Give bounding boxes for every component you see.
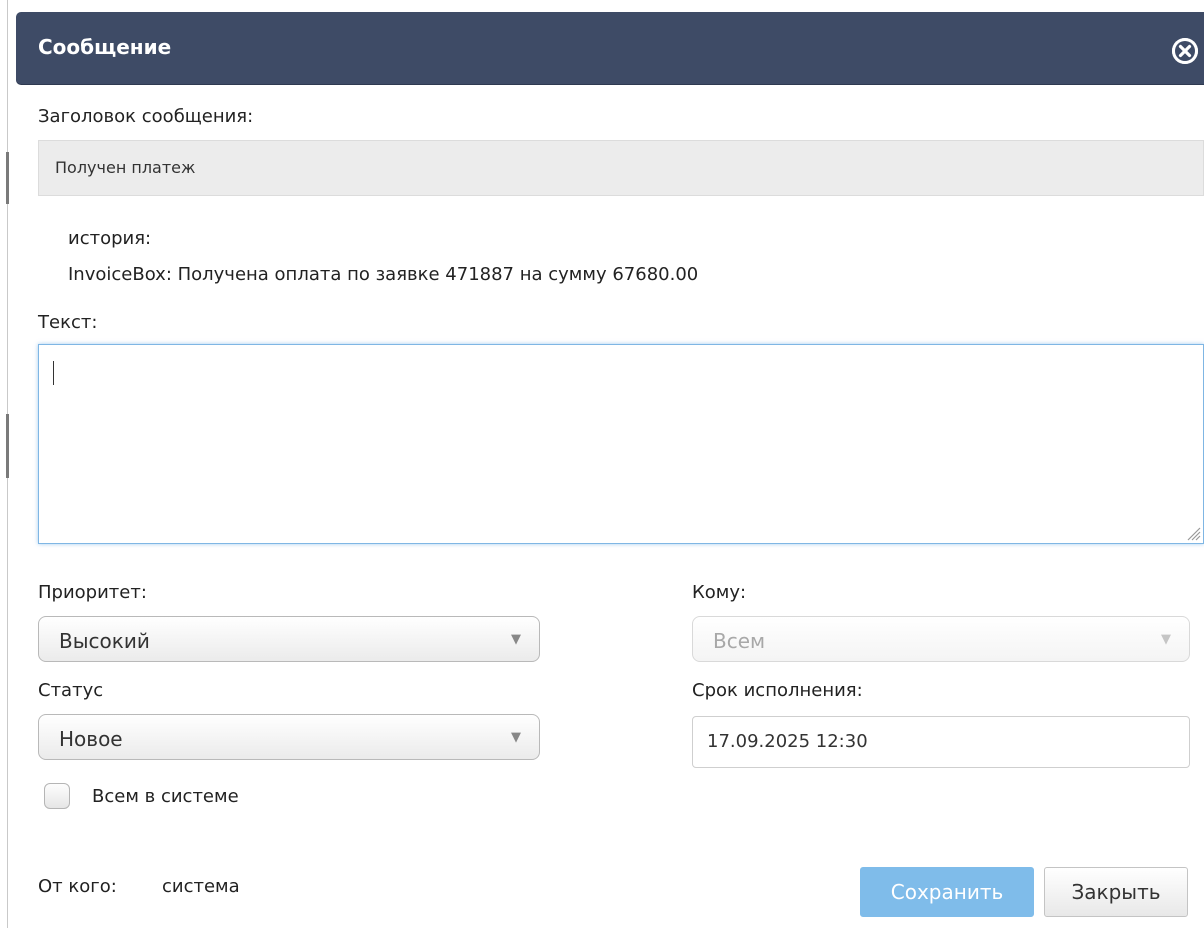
history-text: InvoiceBox: Получена оплата по заявке 47… xyxy=(68,264,699,285)
all-in-system-checkbox[interactable] xyxy=(44,783,70,809)
dropdown-arrow-icon: ▼ xyxy=(511,730,521,745)
priority-select[interactable]: Высокий ▼ xyxy=(38,616,540,662)
status-selected-value: Новое xyxy=(59,727,123,751)
dialog-titlebar: Сообщение xyxy=(16,12,1204,84)
status-label: Статус xyxy=(38,680,104,701)
close-icon[interactable] xyxy=(1172,38,1198,64)
status-select[interactable]: Новое ▼ xyxy=(38,714,540,760)
close-button[interactable]: Закрыть xyxy=(1044,867,1188,917)
message-text-area[interactable] xyxy=(38,344,1204,544)
priority-selected-value: Высокий xyxy=(59,629,150,653)
resize-grip-icon[interactable] xyxy=(1185,525,1201,541)
text-label: Текст: xyxy=(38,312,98,333)
history-label: история: xyxy=(68,228,152,249)
deadline-label: Срок исполнения: xyxy=(692,680,863,701)
to-selected-value: Всем xyxy=(713,629,766,653)
from-label: От кого: xyxy=(38,876,117,897)
save-button[interactable]: Сохранить xyxy=(860,867,1034,917)
message-dialog: Сообщение Заголовок сообщения: Получен п… xyxy=(16,0,1204,928)
from-value: система xyxy=(162,876,240,897)
dropdown-arrow-icon: ▼ xyxy=(511,632,521,647)
to-select: Всем ▼ xyxy=(692,616,1190,662)
deadline-value: 17.09.2025 12:30 xyxy=(707,731,868,752)
deadline-input[interactable]: 17.09.2025 12:30 xyxy=(692,716,1190,768)
subject-value: Получен платеж xyxy=(55,158,196,177)
priority-label: Приоритет: xyxy=(38,582,147,603)
subject-label: Заголовок сообщения: xyxy=(38,106,254,127)
to-label: Кому: xyxy=(692,582,747,603)
all-in-system-label: Всем в системе xyxy=(92,786,239,807)
background-edge-mark xyxy=(6,414,9,478)
background-edge-mark xyxy=(6,152,9,204)
dropdown-arrow-icon: ▼ xyxy=(1161,632,1171,647)
text-caret xyxy=(53,361,54,385)
dialog-title: Сообщение xyxy=(38,35,172,59)
subject-field: Получен платеж xyxy=(38,140,1204,196)
